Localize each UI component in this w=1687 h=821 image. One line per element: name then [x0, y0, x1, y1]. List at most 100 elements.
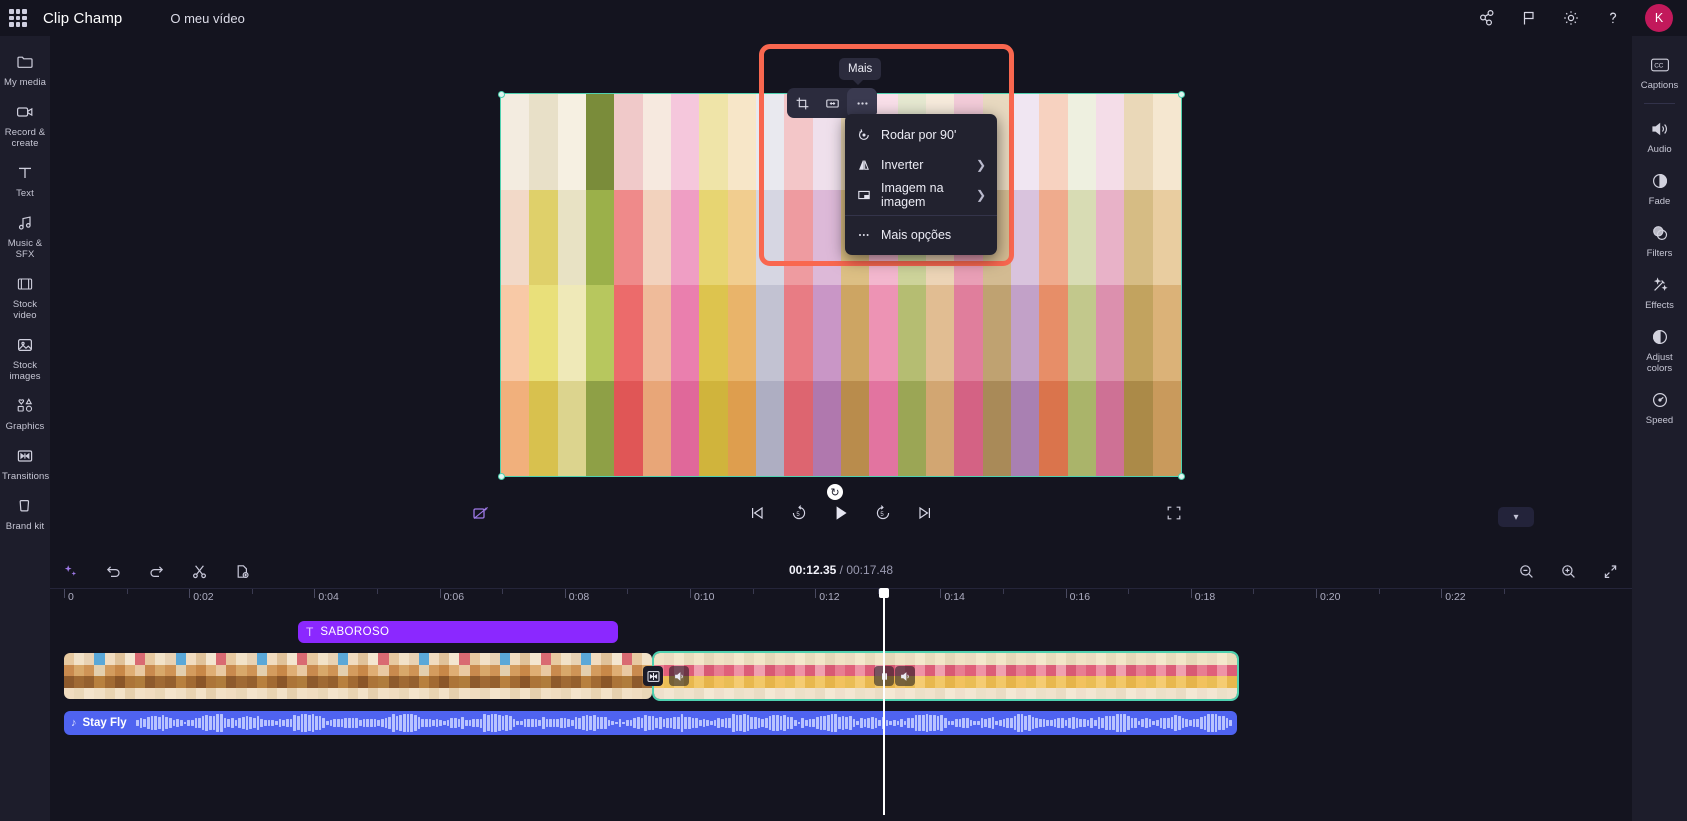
skip-end-button[interactable]	[913, 501, 937, 525]
stage-collapse-button[interactable]: ▾	[1498, 507, 1534, 527]
playhead-handle[interactable]	[879, 588, 889, 598]
duplicate-button[interactable]	[232, 561, 252, 581]
sidebar-item-graphics[interactable]: Graphics	[0, 388, 50, 438]
timeline-toolbar-right	[1516, 561, 1620, 581]
menu-item-more-options[interactable]: Mais opções	[845, 220, 997, 250]
text-clip-saboroso[interactable]: T SABOROSO	[298, 621, 618, 643]
svg-text:5: 5	[880, 512, 884, 518]
sidebar-item-label: Record & create	[4, 127, 46, 149]
app-launcher-icon[interactable]	[9, 9, 27, 27]
audio-clip-stay-fly[interactable]: ♪ Stay Fly	[64, 711, 1237, 735]
timecode-display: 00:12.35 / 00:17.48	[789, 563, 893, 577]
right-item-label: Effects	[1645, 300, 1674, 311]
ruler-tick-label: 0:16	[1069, 591, 1091, 603]
music-note-icon: ♪	[71, 717, 77, 729]
transition-icon[interactable]	[643, 666, 663, 686]
resize-handle-bottom-left[interactable]	[497, 472, 505, 480]
right-item-effects[interactable]: Effects	[1632, 266, 1687, 318]
speaker-icon-clip2[interactable]	[895, 666, 915, 686]
brand-title: Clip Champ	[43, 9, 123, 27]
chevron-right-icon: ❯	[975, 188, 986, 202]
sidebar-item-transitions[interactable]: Transitions	[0, 438, 50, 488]
menu-item-rotate[interactable]: Rodar por 90'	[845, 120, 997, 150]
captions-icon: CC	[1634, 54, 1685, 76]
speaker-icon-clip1[interactable]	[669, 666, 689, 686]
right-item-filters[interactable]: Filters	[1632, 214, 1687, 266]
resize-handle-top-left[interactable]	[497, 90, 505, 98]
playhead[interactable]	[879, 588, 889, 815]
ruler-tick	[564, 589, 566, 598]
sidebar-item-text[interactable]: Text	[0, 155, 50, 205]
video-clip-2[interactable]	[652, 651, 1239, 701]
right-item-fade[interactable]: Fade	[1632, 162, 1687, 214]
ruler-tick-minor	[377, 589, 378, 594]
ruler-tick-minor	[1378, 589, 1380, 594]
zoom-in-button[interactable]	[1558, 561, 1578, 581]
ruler-tick-minor	[1253, 589, 1255, 594]
menu-item-flip[interactable]: Inverter ❯	[845, 150, 997, 180]
help-icon[interactable]	[1603, 8, 1623, 28]
ruler-tick-label: 0:10	[694, 591, 715, 603]
flag-icon[interactable]	[1519, 8, 1539, 28]
right-item-captions[interactable]: CC Captions	[1632, 46, 1687, 98]
resize-handle-bottom-right[interactable]	[1177, 472, 1185, 480]
ruler-tick-label: 0	[68, 591, 74, 603]
rewind-5-button[interactable]: 5	[787, 501, 811, 525]
fit-timeline-button[interactable]	[1600, 561, 1620, 581]
track-video	[50, 651, 1632, 703]
image-icon	[2, 334, 48, 356]
ruler-tick-label: 0:20	[1320, 591, 1341, 603]
menu-item-label: Imagem na imagem	[881, 181, 944, 209]
right-item-adjust-colors[interactable]: Adjust colors	[1632, 318, 1687, 381]
ruler-tick	[940, 589, 942, 598]
skip-start-button[interactable]	[745, 501, 769, 525]
forward-5-button[interactable]: 5	[871, 501, 895, 525]
menu-item-label: Mais opções	[881, 228, 952, 242]
ruler-tick-minor	[1503, 589, 1505, 594]
track-audio: ♪ Stay Fly	[50, 711, 1632, 741]
sidebar-item-record-create[interactable]: Record & create	[0, 94, 50, 155]
ruler-tick-minor	[251, 589, 253, 594]
right-item-audio[interactable]: Audio	[1632, 110, 1687, 162]
undo-button[interactable]	[103, 561, 123, 581]
menu-item-pip[interactable]: Imagem na imagem ❯	[845, 180, 997, 210]
play-button[interactable]	[829, 501, 853, 525]
split-button[interactable]	[189, 561, 209, 581]
ruler-tick-minor	[1003, 589, 1004, 594]
avatar[interactable]: K	[1645, 4, 1673, 32]
resize-handle-top-right[interactable]	[1177, 90, 1185, 98]
sidebar-item-label: Text	[16, 188, 34, 199]
top-bar: Clip Champ O meu vídeo K	[0, 0, 1687, 36]
project-name[interactable]: O meu vídeo	[170, 11, 244, 26]
sidebar-item-stock-video[interactable]: Stock video	[0, 266, 50, 327]
gear-icon[interactable]	[1561, 8, 1581, 28]
music-icon	[2, 212, 48, 234]
right-item-speed[interactable]: Speed	[1632, 381, 1687, 433]
fullscreen-icon[interactable]	[1165, 504, 1183, 527]
zoom-out-button[interactable]	[1516, 561, 1536, 581]
ai-sparkle-button[interactable]	[60, 561, 80, 581]
sidebar-item-brand-kit[interactable]: Brand kit	[0, 488, 50, 538]
fit-icon[interactable]	[817, 88, 847, 118]
magic-wand-icon[interactable]	[471, 504, 491, 529]
ruler-tick-minor	[502, 589, 504, 594]
ruler-tick-minor	[752, 589, 754, 594]
timeline: 00:12.35 / 00:17.48 0 0:02 0:04 0:06 0:0…	[50, 553, 1632, 821]
timeline-ruler[interactable]: 0 0:02 0:04 0:06 0:08 0:10 0:12 0:14 0:16 0:18 0:2…	[50, 589, 1632, 615]
video-preview[interactable]	[500, 93, 1182, 477]
filters-icon	[1634, 222, 1685, 244]
tooltip-mais: Mais	[839, 58, 882, 85]
flip-icon	[856, 158, 871, 172]
audio-icon	[1634, 118, 1685, 140]
context-menu: Rodar por 90' Inverter ❯ Imagem na image…	[845, 114, 997, 255]
sidebar-item-my-media[interactable]: My media	[0, 44, 50, 94]
sidebar-item-music-sfx[interactable]: Music & SFX	[0, 205, 50, 266]
ruler-tick	[439, 589, 441, 598]
video-clip-1[interactable]	[64, 653, 652, 699]
chevron-right-icon: ❯	[975, 158, 986, 172]
crop-icon[interactable]	[787, 88, 817, 118]
redo-button[interactable]	[146, 561, 166, 581]
sidebar-item-stock-images[interactable]: Stock images	[0, 327, 50, 388]
transitions-icon	[2, 445, 48, 467]
share-nodes-icon[interactable]	[1477, 8, 1497, 28]
